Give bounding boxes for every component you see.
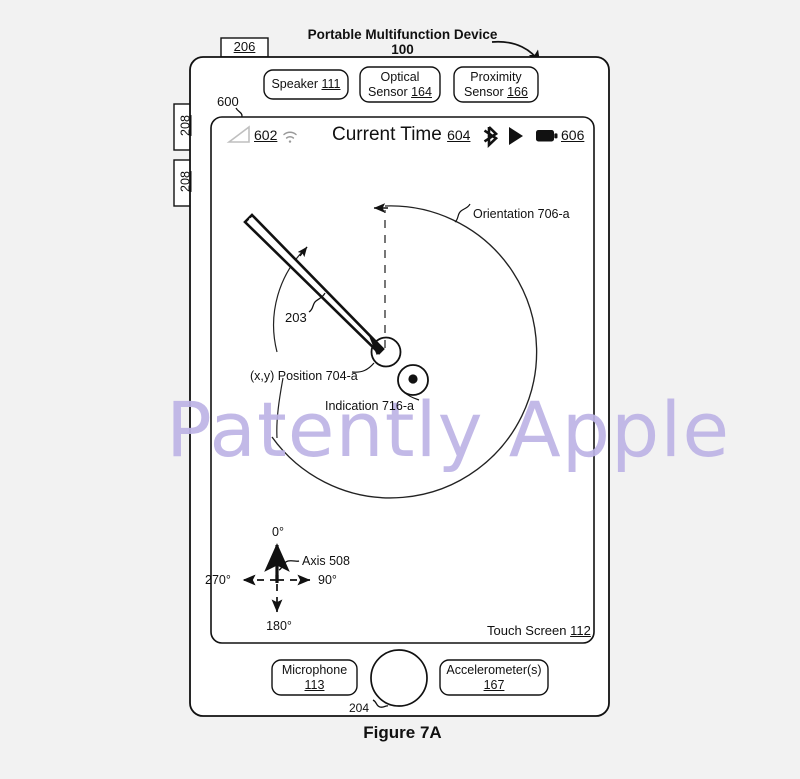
battery-ref-label: 606 <box>561 127 585 143</box>
optical-ref: 164 <box>411 84 432 99</box>
microphone-ref: 113 <box>304 677 325 692</box>
proximity-line1: Proximity <box>470 70 522 85</box>
touch-screen-ref: 112 <box>570 623 591 638</box>
indication-dot <box>408 374 418 384</box>
speaker-text: Speaker <box>271 77 322 92</box>
stylus-ref-label: 203 <box>285 310 307 325</box>
proximity-line2: Sensor <box>464 84 508 99</box>
axis-0-label: 0° <box>272 525 284 539</box>
accelerometer-ref: 167 <box>483 677 505 692</box>
side-button-upper-label: 208 <box>178 115 193 136</box>
accelerometer-label: Accelerometer(s) 167 <box>440 660 548 695</box>
axis-270-label: 270° <box>205 573 231 587</box>
proximity-ref: 166 <box>507 84 528 99</box>
indication-label: Indication 716-a <box>325 399 414 413</box>
figure-page: Patently Apple Portable Multifunction De… <box>0 0 800 779</box>
microphone-line1: Microphone <box>281 663 348 678</box>
optical-line2: Sensor <box>368 84 412 99</box>
current-time-text: Current Time <box>332 124 448 145</box>
current-time-ref: 604 <box>447 127 471 143</box>
speaker-ref: 111 <box>321 77 341 92</box>
page-title-line1: Portable Multifunction Device <box>307 27 498 42</box>
accelerometer-line1: Accelerometer(s) <box>446 663 542 678</box>
optical-sensor-label: Optical Sensor 164 <box>360 67 440 102</box>
microphone-label: Microphone 113 <box>272 660 357 695</box>
page-title-line2: 100 <box>391 42 414 57</box>
orientation-label: Orientation 706-a <box>473 207 570 221</box>
position-label: (x,y) Position 704-a <box>250 369 358 383</box>
figure-caption: Figure 7A <box>363 723 442 742</box>
axis-508-label: Axis 508 <box>302 554 350 568</box>
touch-screen-label: Touch Screen 112 <box>487 623 591 639</box>
proximity-sensor-label: Proximity Sensor 166 <box>454 67 538 102</box>
signal-ref-label: 602 <box>254 127 278 143</box>
screen-callout-label: 600 <box>217 94 239 109</box>
speaker-label: Speaker 111 <box>264 70 348 99</box>
side-button-upper-label-wrap: 208 <box>177 103 196 149</box>
home-button-204[interactable] <box>370 649 428 707</box>
top-button-label: 206 <box>233 39 256 54</box>
optical-line1: Optical <box>380 70 420 85</box>
axis-90-label: 90° <box>318 573 337 587</box>
current-time-label: Current Time 604 <box>332 124 470 145</box>
touch-screen-text: Touch Screen <box>487 623 571 638</box>
home-button-label: 204 <box>349 701 370 715</box>
side-button-lower-label-wrap: 208 <box>177 159 196 205</box>
figure-linework <box>173 37 610 717</box>
axis-180-label: 180° <box>266 619 292 633</box>
side-button-lower-label: 208 <box>178 171 193 192</box>
